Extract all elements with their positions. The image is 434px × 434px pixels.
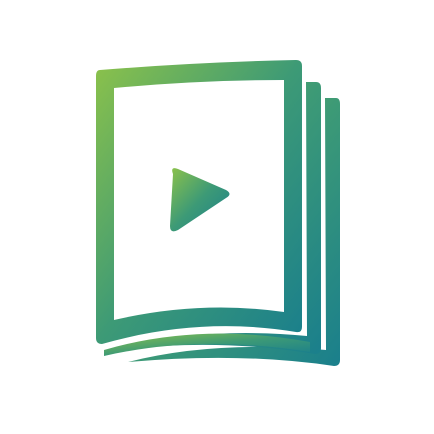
canvas	[0, 0, 434, 434]
video-pages-icon	[96, 60, 340, 366]
